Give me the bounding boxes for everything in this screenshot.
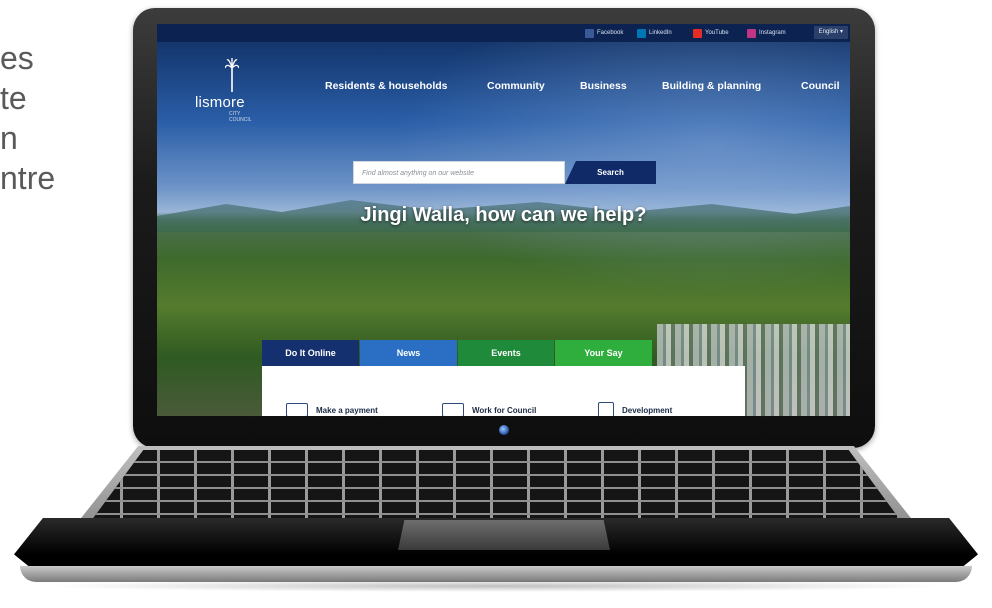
side-text-line-1: es xyxy=(0,40,34,76)
card-make-payment[interactable]: Make a payment xyxy=(286,402,378,416)
social-instagram-link[interactable]: Instagram xyxy=(747,27,786,39)
tab-news[interactable]: News xyxy=(360,340,457,366)
laptop-screen: Facebook LinkedIn YouTube Instagram Engl… xyxy=(157,24,850,416)
card-label: Development xyxy=(622,405,673,415)
side-text-block: es te n ntre xyxy=(0,38,55,198)
logo-subtext: CITY COUNCIL xyxy=(229,111,252,123)
payment-icon xyxy=(286,403,308,416)
tab-your-say[interactable]: Your Say xyxy=(555,340,652,366)
webcam-icon xyxy=(499,425,509,435)
nav-business[interactable]: Business xyxy=(580,80,627,94)
social-label: Facebook xyxy=(597,30,624,36)
card-work-for-council[interactable]: Work for Council xyxy=(442,402,536,416)
hero-headline: Jingi Walla, how can we help? xyxy=(360,204,647,226)
search-input[interactable]: Find almost anything on our website xyxy=(353,161,565,184)
card-label: Work for Council xyxy=(472,405,537,415)
social-linkedin-link[interactable]: LinkedIn xyxy=(637,27,672,39)
youtube-icon xyxy=(693,28,702,38)
nav-community[interactable]: Community xyxy=(487,80,545,94)
palm-tree-icon xyxy=(225,58,239,92)
laptop-shadow xyxy=(40,580,952,592)
linkedin-icon xyxy=(637,28,646,38)
card-label: Make a payment xyxy=(316,405,378,415)
social-label: Instagram xyxy=(759,30,786,36)
side-text-line-2: te xyxy=(0,80,27,116)
briefcase-icon xyxy=(442,403,464,416)
facebook-icon xyxy=(585,28,594,38)
trackpad xyxy=(398,520,610,550)
side-text-line-3: n xyxy=(0,120,18,156)
instagram-icon xyxy=(747,28,756,38)
tab-do-it-online[interactable]: Do It Online xyxy=(262,340,359,368)
social-facebook-link[interactable]: Facebook xyxy=(585,27,623,39)
side-text-line-4: ntre xyxy=(0,160,56,196)
tab-events[interactable]: Events xyxy=(458,340,554,366)
nav-building-planning[interactable]: Building & planning xyxy=(662,80,761,94)
search-button[interactable]: Search xyxy=(565,161,656,184)
social-label: YouTube xyxy=(705,30,729,36)
social-youtube-link[interactable]: YouTube xyxy=(693,27,729,39)
keyboard-rows xyxy=(86,450,906,528)
logo-wordmark: lismore xyxy=(195,94,245,111)
council-logo[interactable]: lismore CITY COUNCIL xyxy=(195,56,255,123)
language-select[interactable]: English ▾ xyxy=(813,26,848,39)
social-label: LinkedIn xyxy=(649,30,672,36)
card-development[interactable]: Development xyxy=(598,402,672,416)
quick-links-panel: Make a payment Work for Council Developm… xyxy=(262,366,745,416)
building-icon xyxy=(598,402,614,416)
nav-residents[interactable]: Residents & households xyxy=(325,80,448,94)
nav-council[interactable]: Council xyxy=(801,80,840,94)
